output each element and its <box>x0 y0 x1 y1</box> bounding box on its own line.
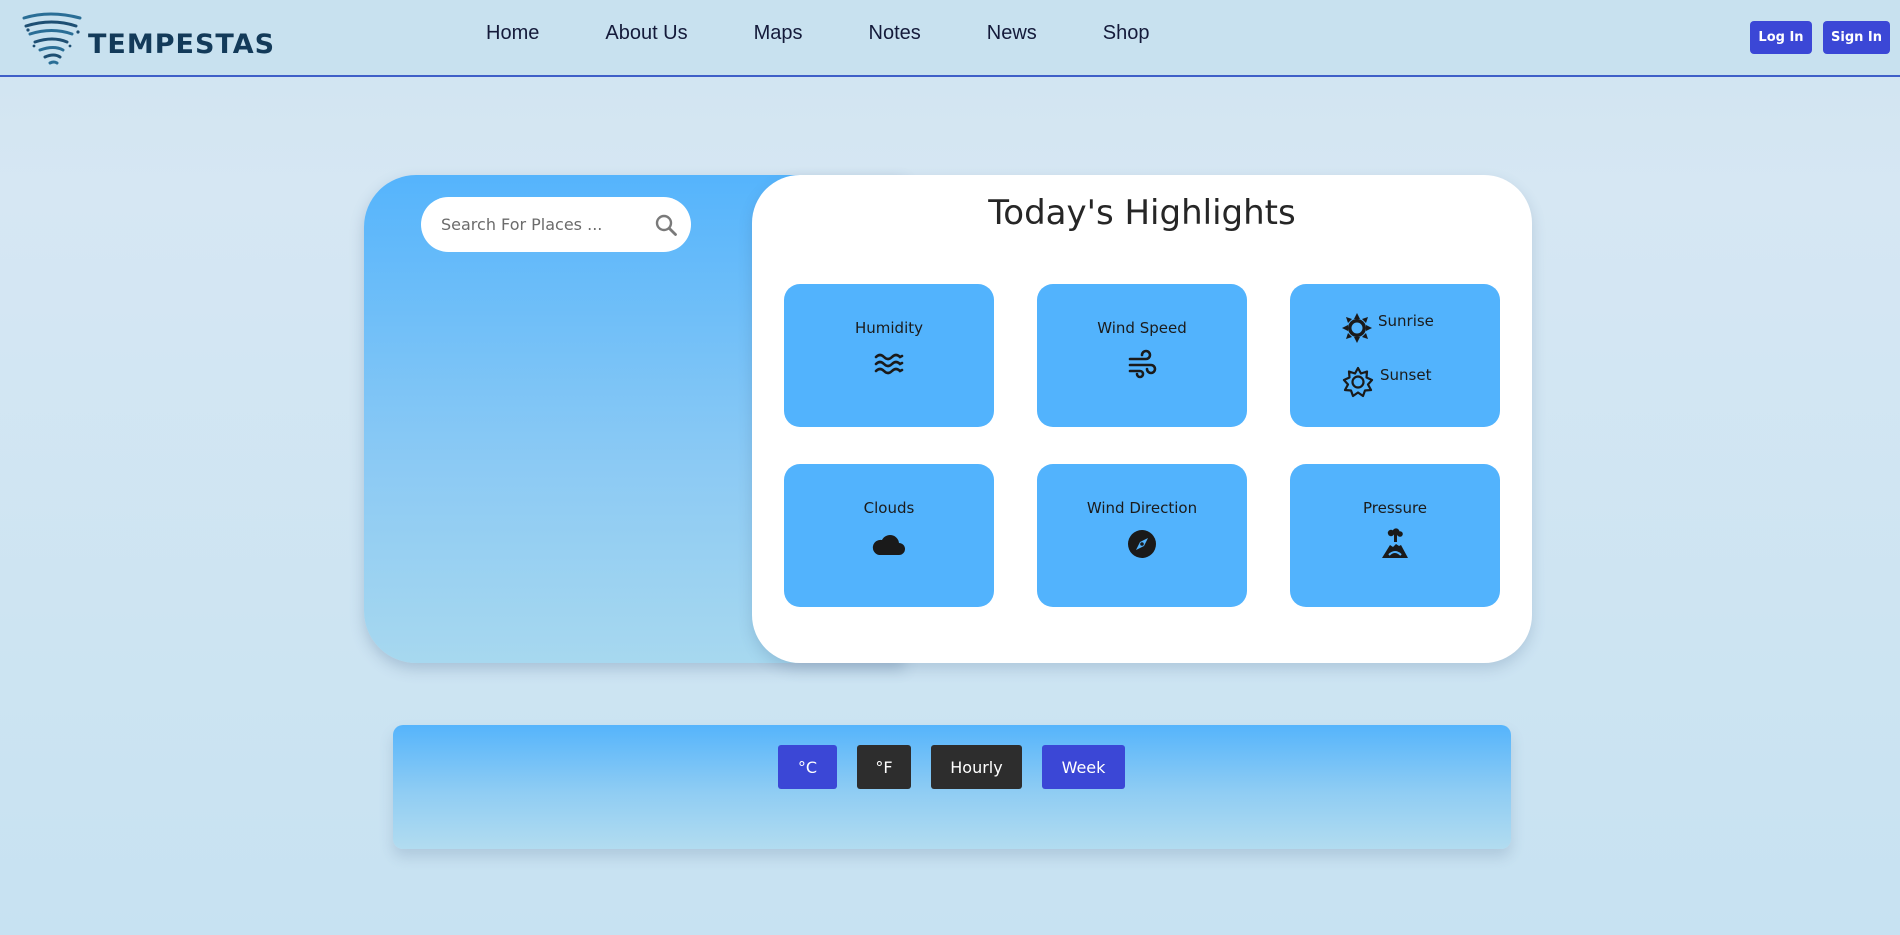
search-input[interactable] <box>441 215 641 234</box>
wind-speed-tile[interactable]: Wind Speed <box>1037 284 1247 427</box>
clouds-tile[interactable]: Clouds <box>784 464 994 607</box>
nav-news[interactable]: News <box>987 22 1037 45</box>
week-button[interactable]: Week <box>1042 745 1125 789</box>
sunset-label: Sunset <box>1380 366 1432 384</box>
wind-icon <box>1128 349 1157 379</box>
celsius-button[interactable]: °C <box>778 745 837 789</box>
wind-direction-tile[interactable]: Wind Direction <box>1037 464 1247 607</box>
search-bar <box>421 197 691 252</box>
highlights-panel: Today's Highlights Humidity Wind Speed S… <box>752 175 1532 663</box>
top-navbar: TEMPESTAS Home About Us Maps Notes News … <box>0 0 1900 77</box>
login-button[interactable]: Log In <box>1750 21 1812 54</box>
nav-home[interactable]: Home <box>486 22 539 45</box>
clouds-label: Clouds <box>863 499 915 517</box>
humidity-tile[interactable]: Humidity <box>784 284 994 427</box>
volcano-icon <box>1382 528 1408 558</box>
compass-icon <box>1128 530 1156 558</box>
nav-shop[interactable]: Shop <box>1103 22 1150 45</box>
hourly-button[interactable]: Hourly <box>931 745 1022 789</box>
sunrise-label: Sunrise <box>1378 312 1434 330</box>
brand-logo[interactable]: TEMPESTAS <box>20 8 275 68</box>
nav-about-us[interactable]: About Us <box>605 22 687 45</box>
humidity-label: Humidity <box>854 319 923 337</box>
search-icon[interactable] <box>654 213 678 237</box>
sun-outline-icon <box>1342 366 1374 398</box>
pressure-tile[interactable]: Pressure <box>1290 464 1500 607</box>
signin-button[interactable]: Sign In <box>1823 21 1890 54</box>
wind-speed-label: Wind Speed <box>1097 319 1187 337</box>
wind-direction-label: Wind Direction <box>1086 499 1198 517</box>
water-waves-icon <box>874 353 904 375</box>
main-nav: Home About Us Maps Notes News Shop <box>486 22 1216 45</box>
cloud-icon <box>872 535 905 555</box>
nav-notes[interactable]: Notes <box>869 22 921 45</box>
fahrenheit-button[interactable]: °F <box>857 745 911 789</box>
sunrise-sunset-tile[interactable]: Sunrise Sunset <box>1290 284 1500 427</box>
highlights-title: Today's Highlights <box>988 193 1296 233</box>
brand-name: TEMPESTAS <box>88 28 276 60</box>
nav-maps[interactable]: Maps <box>754 22 803 45</box>
tornado-icon <box>22 12 82 65</box>
pressure-label: Pressure <box>1362 499 1428 517</box>
sun-icon <box>1342 313 1372 343</box>
